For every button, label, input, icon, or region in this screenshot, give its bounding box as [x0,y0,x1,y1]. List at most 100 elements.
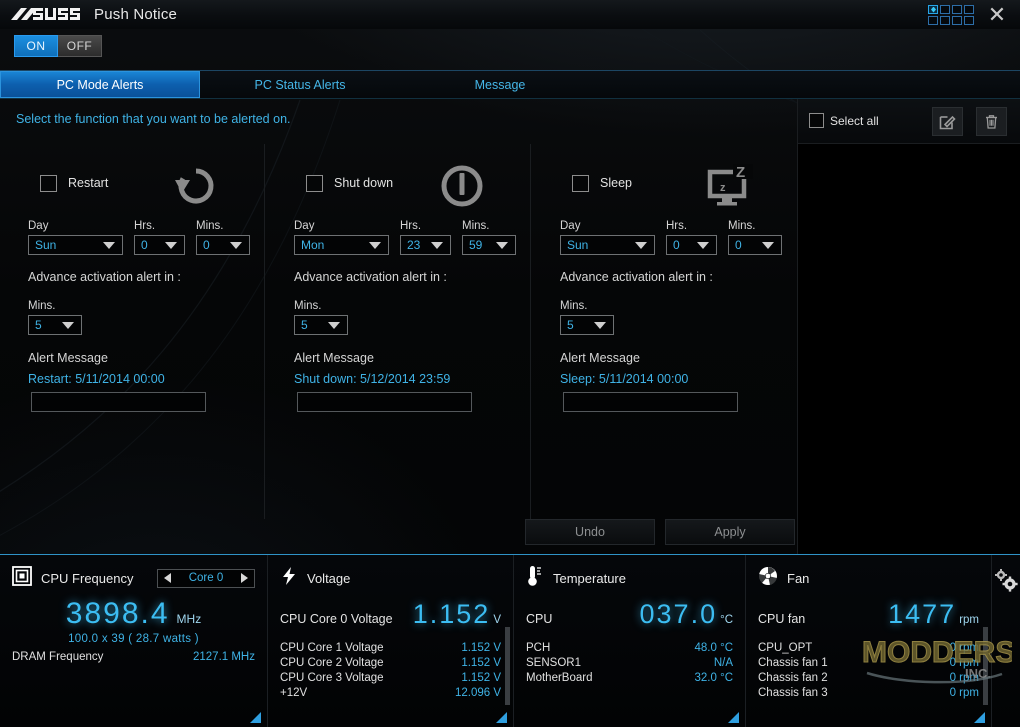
cpu-frequency-title: CPU Frequency [41,570,134,586]
gears-icon[interactable] [993,567,1019,602]
day-label: Day [28,220,49,232]
expand-corner-icon[interactable] [974,712,985,723]
temperature-title: Temperature [553,570,626,586]
sleep-schedule-fields: Day Sun Hrs. 0 Mins. 0 [560,220,782,255]
toggle-on-button[interactable]: ON [14,35,58,57]
sleep-mins-value: 0 [735,238,742,252]
edit-icon[interactable] [932,107,963,136]
advance-mins-label: Mins. [294,300,322,312]
arrow-right-icon[interactable] [241,573,248,583]
thermometer-icon [526,565,544,592]
chevron-down-icon [103,241,115,249]
shutdown-advance-value: 5 [301,318,308,332]
action-buttons: Undo Apply [525,519,795,545]
chevron-down-icon [369,241,381,249]
titlebar-controls: ✕ [928,2,1020,28]
shutdown-mins-group: Mins. 59 [462,220,516,255]
sleep-hrs-select[interactable]: 0 [666,235,717,255]
apply-button[interactable]: Apply [665,519,795,545]
fan-scrollbar[interactable] [983,627,988,705]
sleep-alert-message-text: Sleep: 5/11/2014 00:00 [560,372,689,386]
list-item: +12V 12.096 V [280,687,501,699]
fan-primary-label: CPU fan [758,612,806,626]
hrs-label: Hrs. [134,220,156,232]
monitor-settings-panel [992,555,1020,727]
temperature-row-value: 48.0 °C [694,642,733,654]
arrow-left-icon[interactable] [164,573,171,583]
layout-grid-icon[interactable] [928,4,974,25]
sleep-message-input[interactable] [563,392,738,412]
mins-label: Mins. [728,220,756,232]
undo-button[interactable]: Undo [525,519,655,545]
shutdown-mins-select[interactable]: 59 [462,235,516,255]
sleep-day-select[interactable]: Sun [560,235,655,255]
temperature-primary-label: CPU [526,612,553,626]
temperature-row-value: N/A [713,657,733,669]
list-item: Chassis fan 1 0 rpm [758,657,979,669]
trash-icon[interactable] [976,107,1007,136]
instruction-text: Select the function that you want to be … [16,112,291,126]
restart-mins-select[interactable]: 0 [196,235,250,255]
expand-corner-icon[interactable] [496,712,507,723]
sleep-hrs-value: 0 [673,238,680,252]
temperature-row-label: SENSOR1 [526,657,581,669]
advance-mins-label: Mins. [28,300,56,312]
chevron-down-icon [635,241,647,249]
shutdown-day-select[interactable]: Mon [294,235,389,255]
list-item: CPU Core 2 Voltage 1.152 V [280,657,501,669]
restart-advance-select[interactable]: 5 [28,315,82,335]
fan-row-value: 0 rpm [949,642,979,654]
sleep-checkbox[interactable] [572,175,589,192]
sleep-advance-select[interactable]: 5 [560,315,614,335]
chevron-down-icon [230,241,242,249]
chevron-down-icon [762,241,774,249]
temperature-primary-readout: CPU 037.0 °C [526,599,733,630]
fan-primary-unit: rpm [959,614,979,626]
tab-pc-status-alerts[interactable]: PC Status Alerts [200,71,400,98]
sleep-advance-group: Mins. 5 [560,300,614,335]
voltage-row-label: +12V [280,687,308,699]
restart-message-input[interactable] [31,392,206,412]
voltage-row-value: 12.096 V [454,687,501,699]
core-selector-value: Core 0 [188,572,224,584]
voltage-row-label: CPU Core 2 Voltage [280,657,384,669]
fan-row-label: Chassis fan 1 [758,657,828,669]
restart-day-select[interactable]: Sun [28,235,123,255]
cpu-icon [12,565,32,591]
sleep-mins-select[interactable]: 0 [728,235,782,255]
fan-row-label: Chassis fan 3 [758,687,828,699]
restart-advance-value: 5 [35,318,42,332]
fan-primary-value: 1477 [888,599,957,629]
voltage-scrollbar[interactable] [505,627,510,705]
temperature-panel: Temperature CPU 037.0 °C PCH 48.0 °C SEN… [514,555,746,727]
tab-pc-mode-alerts[interactable]: PC Mode Alerts [0,71,200,98]
list-item: Chassis fan 2 0 rpm [758,672,979,684]
core-selector[interactable]: Core 0 [157,568,255,588]
shutdown-hrs-select[interactable]: 23 [400,235,451,255]
shutdown-advance-group: Mins. 5 [294,300,348,335]
chevron-down-icon [62,321,74,329]
expand-corner-icon[interactable] [728,712,739,723]
restart-checkbox[interactable] [40,175,57,192]
close-icon[interactable]: ✕ [984,2,1010,28]
chevron-down-icon [496,241,508,249]
toggle-off-button[interactable]: OFF [58,35,102,57]
shutdown-schedule-fields: Day Mon Hrs. 23 Mins. 59 [294,220,516,255]
voltage-primary-value: 1.152 [412,599,491,629]
sleep-alert-message-label: Alert Message [560,351,640,365]
column-divider [530,144,531,519]
chevron-down-icon [594,321,606,329]
expand-corner-icon[interactable] [250,712,261,723]
shutdown-checkbox[interactable] [306,175,323,192]
shutdown-message-input[interactable] [297,392,472,412]
select-all-checkbox[interactable] [809,113,824,128]
restart-hrs-select[interactable]: 0 [134,235,185,255]
alerts-list-body[interactable] [798,144,1020,553]
dram-frequency-label: DRAM Frequency [12,651,104,663]
cpu-frequency-value: 3898.4 [65,597,170,630]
tab-message[interactable]: Message [400,71,600,98]
shutdown-advance-select[interactable]: 5 [294,315,348,335]
fan-rows: CPU_OPT 0 rpm Chassis fan 1 0 rpm Chassi… [758,642,979,699]
fan-primary-readout: CPU fan 1477 rpm [758,599,979,630]
power-toggle[interactable]: ON OFF [14,35,102,57]
